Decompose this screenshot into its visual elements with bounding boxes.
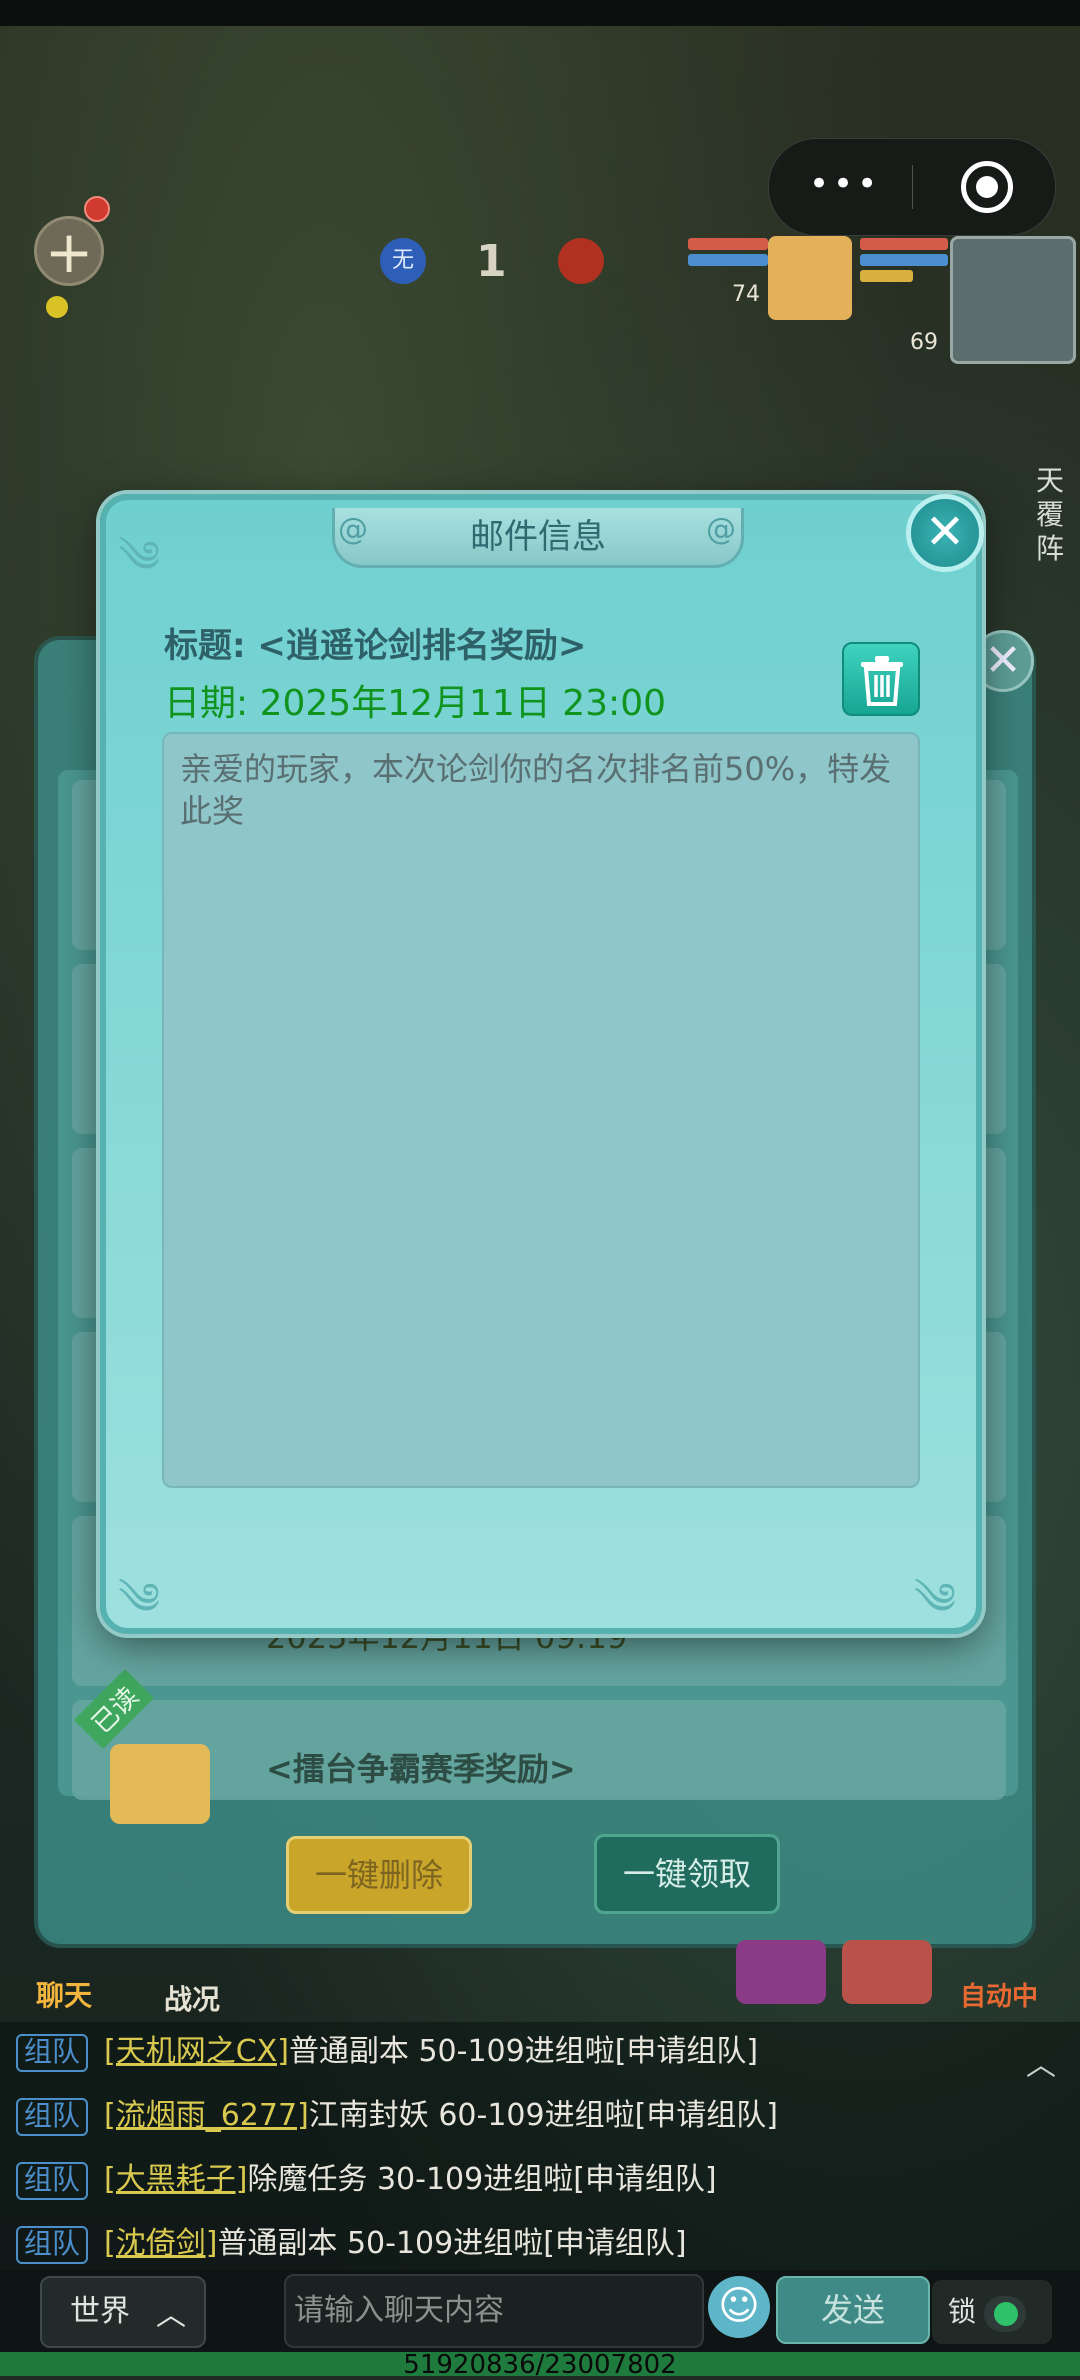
- pet-level: 74: [732, 282, 760, 307]
- skill-slot[interactable]: [842, 1940, 932, 2004]
- list-item-title: <擂台争霸赛季奖励>: [266, 1750, 576, 1788]
- lock-switch[interactable]: [984, 2296, 1026, 2332]
- chat-sender[interactable]: [沈倚剑]: [104, 2226, 217, 2261]
- corner-ornament: ༄: [118, 532, 161, 583]
- chat-tab[interactable]: 聊天: [36, 1974, 92, 2014]
- player-level: 69: [910, 330, 938, 355]
- chat-text: 普通副本 50-109进组啦[申请组队]: [217, 2226, 687, 2261]
- chat-message[interactable]: 组队 [大黑耗子]除魔任务 30-109进组啦[申请组队]: [16, 2160, 717, 2200]
- player-avatar[interactable]: [950, 236, 1076, 364]
- delete-mail-button[interactable]: [842, 642, 920, 716]
- close-miniprogram-icon[interactable]: [961, 161, 1013, 213]
- chat-text: 除魔任务 30-109进组啦[申请组队]: [247, 2162, 717, 2197]
- status-dot: [46, 296, 68, 318]
- chat-sender[interactable]: [大黑耗子]: [104, 2162, 247, 2197]
- skill-slot[interactable]: [736, 1940, 826, 2004]
- corner-ornament: ༄: [914, 1574, 957, 1625]
- chat-channel-tag: 组队: [16, 2033, 89, 2072]
- fire-orb-icon: [558, 238, 604, 284]
- add-button[interactable]: +: [34, 216, 104, 286]
- dialog-title: 邮件信息: [470, 517, 606, 557]
- player-status-bars: [860, 238, 948, 298]
- formation-label[interactable]: 天覆阵: [1036, 464, 1066, 566]
- notification-dot: [84, 196, 110, 222]
- status-strip: [0, 0, 1080, 26]
- claim-all-button[interactable]: 一键领取: [594, 1834, 780, 1914]
- chat-message[interactable]: 组队 [流烟雨_6277]江南封妖 60-109进组啦[申请组队]: [16, 2096, 778, 2136]
- mail-body: 亲爱的玩家，本次论剑你的名次排名前50%，特发此奖: [162, 732, 920, 1488]
- chat-channel-tag: 组队: [16, 2225, 89, 2264]
- capsule-divider: [912, 165, 913, 209]
- delete-all-button[interactable]: 一键删除: [286, 1836, 472, 1914]
- trash-icon: [861, 656, 903, 706]
- chat-sender[interactable]: [流烟雨_6277]: [104, 2098, 309, 2133]
- send-button[interactable]: 发送: [776, 2276, 930, 2344]
- more-icon[interactable]: •••: [809, 167, 899, 205]
- ring-count: 1: [476, 236, 507, 287]
- emoji-icon[interactable]: ☺: [708, 2276, 770, 2338]
- close-icon[interactable]: ✕: [906, 494, 984, 572]
- chat-text: 普通副本 50-109进组啦[申请组队]: [288, 2034, 759, 2069]
- chat-sender[interactable]: [天机网之CX]: [104, 2034, 289, 2069]
- pet-status-bars: [688, 238, 768, 278]
- mail-date: 日期: 2025年12月11日 23:00: [164, 683, 666, 724]
- chat-channel-tag: 组队: [16, 2161, 89, 2200]
- auto-mode-button[interactable]: 自动中: [960, 1976, 1038, 2013]
- element-orb-icon: 无: [380, 238, 426, 284]
- chevron-up-icon[interactable]: ︿: [1026, 2040, 1056, 2084]
- battle-report-tab[interactable]: 战况: [164, 1978, 220, 2018]
- chat-message[interactable]: 组队 [天机网之CX]普通副本 50-109进组啦[申请组队]: [16, 2032, 758, 2072]
- chevron-up-icon: ︿: [156, 2298, 186, 2333]
- chat-input[interactable]: 请输入聊天内容: [284, 2274, 704, 2348]
- chat-text: 江南封妖 60-109进组啦[申请组队]: [308, 2098, 778, 2133]
- chat-channel-tag: 组队: [16, 2097, 89, 2136]
- pet-avatar[interactable]: [768, 236, 852, 320]
- miniprogram-capsule: •••: [768, 138, 1056, 236]
- chat-message[interactable]: 组队 [沈倚剑]普通副本 50-109进组啦[申请组队]: [16, 2224, 687, 2264]
- mail-envelope-icon: [110, 1744, 210, 1824]
- mail-subject: 标题: <逍遥论剑排名奖励>: [164, 626, 587, 666]
- corner-ornament: ༄: [118, 1574, 161, 1625]
